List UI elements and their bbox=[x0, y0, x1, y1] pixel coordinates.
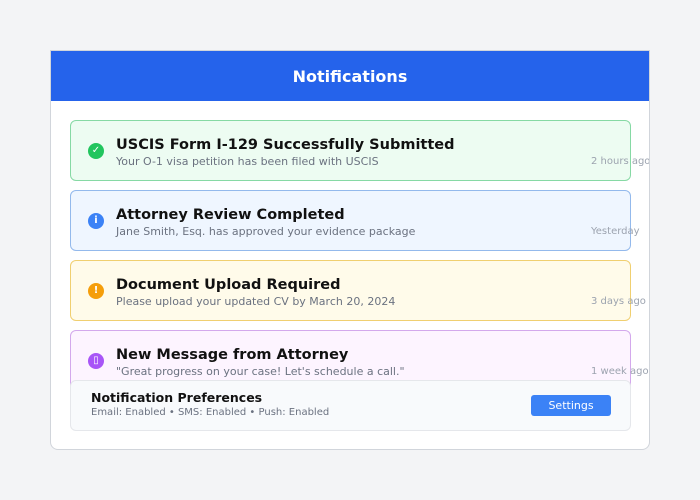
notification-card-upload[interactable]: ! Document Upload Required Please upload… bbox=[70, 260, 646, 321]
notification-title: USCIS Form I-129 Successfully Submitted bbox=[116, 137, 455, 153]
info-icon: i bbox=[88, 213, 104, 229]
notification-title: Attorney Review Completed bbox=[116, 207, 345, 223]
notification-description: Your O-1 visa petition has been filed wi… bbox=[116, 155, 379, 168]
page-title: Notifications bbox=[292, 66, 408, 86]
notification-title: Document Upload Required bbox=[116, 277, 341, 293]
warning-icon: ! bbox=[88, 283, 104, 299]
message-icon: ▯ bbox=[88, 353, 104, 369]
notification-card-review[interactable]: i Attorney Review Completed Jane Smith, … bbox=[70, 190, 640, 251]
preferences-title: Notification Preferences bbox=[91, 390, 263, 405]
notification-description: Jane Smith, Esq. has approved your evide… bbox=[116, 225, 416, 238]
notification-preferences: Notification Preferences Email: Enabled … bbox=[70, 380, 631, 431]
notification-time: Yesterday bbox=[591, 226, 640, 237]
notification-time: 2 hours ago bbox=[591, 156, 650, 167]
preferences-status: Email: Enabled • SMS: Enabled • Push: En… bbox=[91, 407, 330, 418]
notification-time: 1 week ago bbox=[591, 366, 649, 377]
notification-description: Please upload your updated CV by March 2… bbox=[116, 295, 396, 308]
notification-time: 3 days ago bbox=[591, 296, 646, 307]
notifications-header: Notifications bbox=[51, 51, 649, 101]
notifications-panel: Notifications ✓ USCIS Form I-129 Success… bbox=[50, 50, 650, 450]
settings-button[interactable]: Settings bbox=[531, 395, 611, 416]
notification-card-submitted[interactable]: ✓ USCIS Form I-129 Successfully Submitte… bbox=[70, 120, 649, 181]
check-icon: ✓ bbox=[88, 143, 104, 159]
notification-description: "Great progress on your case! Let's sche… bbox=[116, 365, 405, 378]
notification-title: New Message from Attorney bbox=[116, 347, 349, 363]
